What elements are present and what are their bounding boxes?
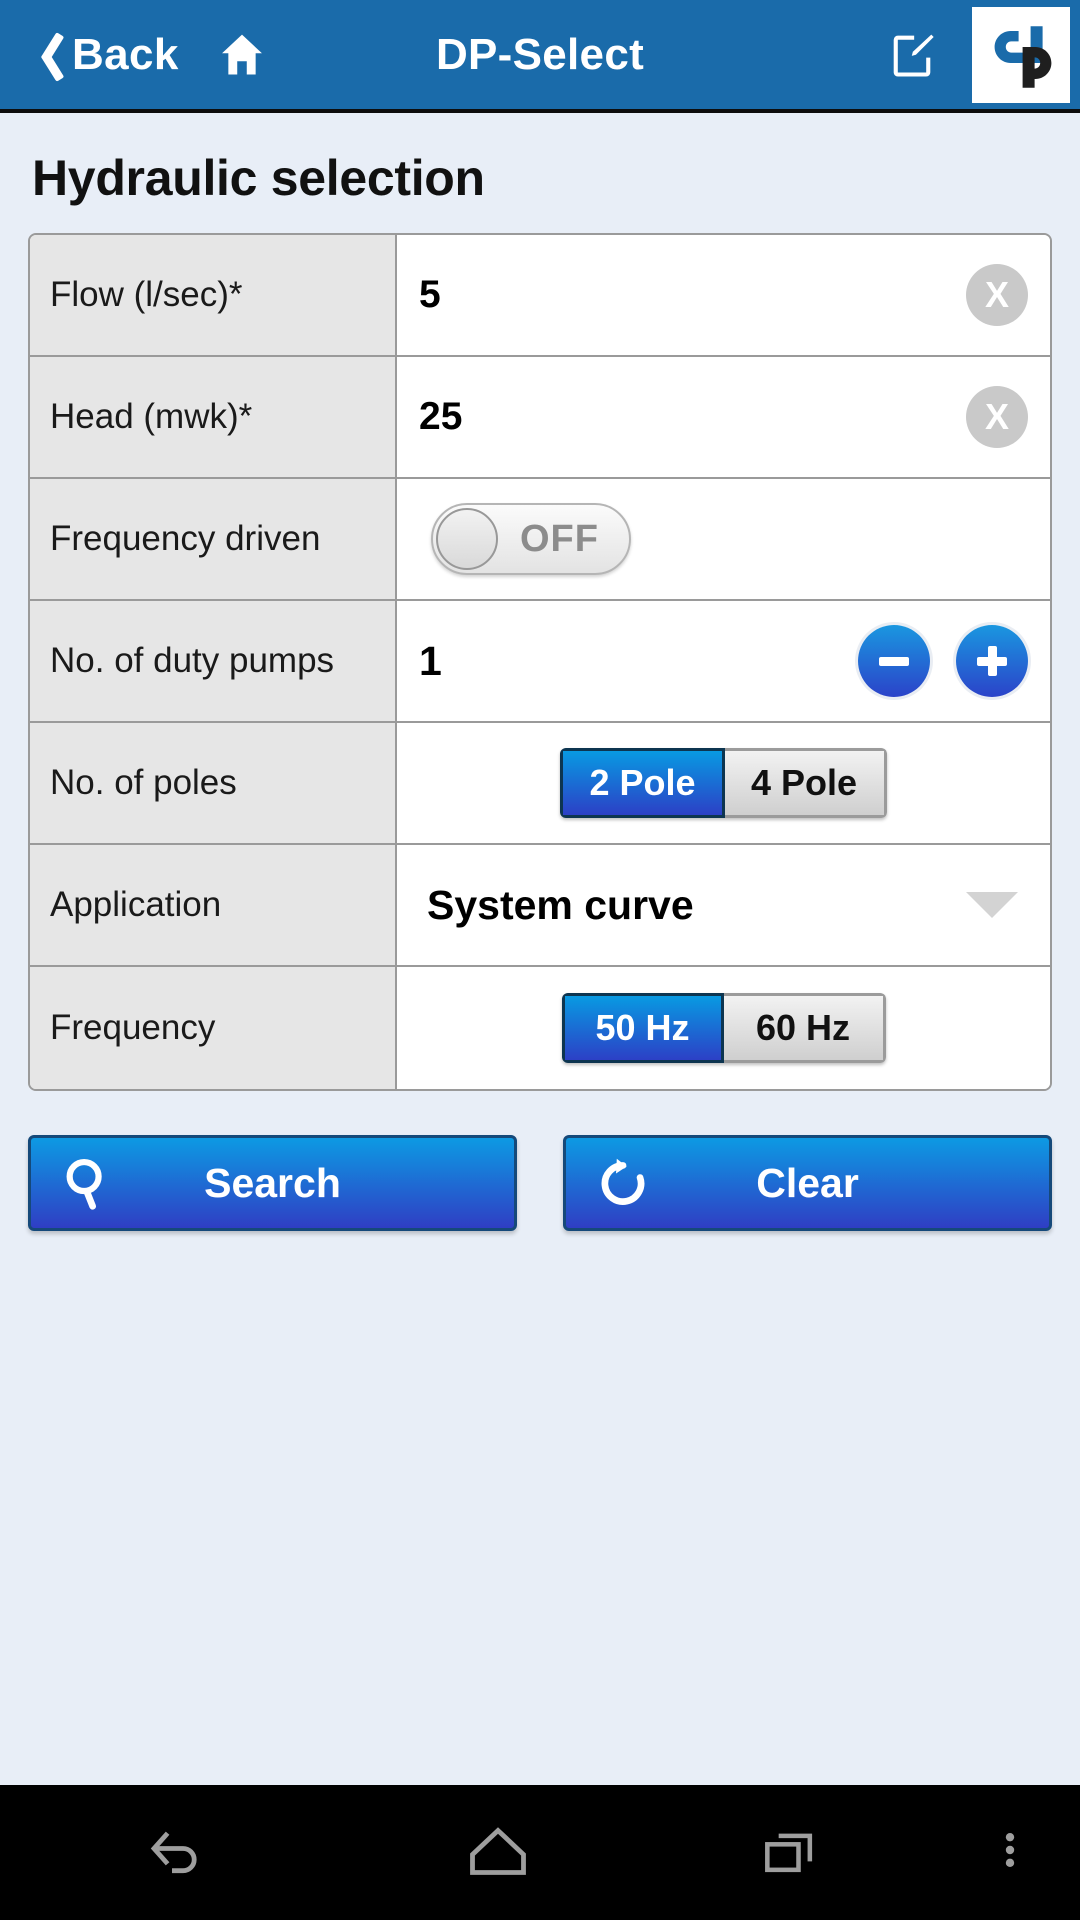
nav-home-button[interactable] [355, 1814, 640, 1891]
toggle-knob [436, 508, 498, 570]
poles-center-wrap: 2 Pole 4 Pole [419, 748, 1028, 818]
edit-pencil-icon[interactable] [886, 28, 938, 82]
segment-50hz[interactable]: 50 Hz [561, 993, 724, 1063]
clear-button[interactable]: Clear [563, 1135, 1052, 1231]
chevron-down-icon[interactable] [966, 892, 1018, 918]
form-row-poles: No. of poles 2 Pole 4 Pole [30, 723, 1050, 845]
nav-recents-icon [756, 1816, 824, 1889]
minus-icon [879, 656, 909, 666]
duty-pumps-stepper [858, 625, 1028, 697]
back-button-label: Back [72, 29, 179, 79]
app-screen: Back DP-Select Hydraulic selection Flow … [0, 0, 1080, 1920]
form-row-frequency-driven: Frequency driven OFF [30, 479, 1050, 601]
increment-button[interactable] [956, 625, 1028, 697]
chevron-left-icon [28, 30, 62, 80]
title-bar: Back DP-Select [0, 0, 1080, 113]
field-flow[interactable]: 5 X [397, 235, 1050, 355]
title-bar-right [886, 0, 1080, 109]
field-frequency-driven: OFF [397, 479, 1050, 599]
duty-pumps-value: 1 [419, 637, 442, 684]
segment-2-pole[interactable]: 2 Pole [560, 748, 725, 818]
field-duty-pumps: 1 [397, 601, 1050, 721]
field-poles: 2 Pole 4 Pole [397, 723, 1050, 843]
form-row-application: Application System curve [30, 845, 1050, 967]
frequency-driven-toggle[interactable]: OFF [431, 503, 631, 575]
plus-icon-vertical [987, 646, 997, 676]
home-icon[interactable] [215, 29, 269, 81]
form-row-duty-pumps: No. of duty pumps 1 [30, 601, 1050, 723]
head-value[interactable]: 25 [419, 395, 462, 439]
form-row-frequency: Frequency 50 Hz 60 Hz [30, 967, 1050, 1089]
frequency-segmented-control: 50 Hz 60 Hz [561, 993, 886, 1063]
search-button[interactable]: Search [28, 1135, 517, 1231]
nav-home-icon [462, 1814, 534, 1891]
segment-4-pole[interactable]: 4 Pole [724, 748, 887, 818]
label-head: Head (mwk)* [30, 357, 397, 477]
flow-value[interactable]: 5 [419, 273, 441, 317]
label-poles: No. of poles [30, 723, 397, 843]
content-area: Hydraulic selection Flow (l/sec)* 5 X He… [0, 113, 1080, 1785]
dp-logo[interactable] [972, 6, 1070, 103]
form-row-head: Head (mwk)* 25 X [30, 357, 1050, 479]
back-button[interactable]: Back [28, 30, 179, 80]
label-flow: Flow (l/sec)* [30, 235, 397, 355]
nav-recents-button[interactable] [640, 1816, 940, 1889]
clear-button-label: Clear [756, 1159, 859, 1206]
field-application[interactable]: System curve [397, 845, 1050, 965]
clear-head-icon[interactable]: X [966, 386, 1028, 448]
page-title: Hydraulic selection [32, 150, 485, 206]
form-row-flow: Flow (l/sec)* 5 X [30, 235, 1050, 357]
clear-flow-icon[interactable]: X [966, 264, 1028, 326]
android-nav-bar [0, 1785, 1080, 1920]
label-frequency-driven: Frequency driven [30, 479, 397, 599]
nav-menu-button[interactable] [940, 1822, 1080, 1883]
toggle-state-label: OFF [520, 517, 599, 560]
poles-segmented-control: 2 Pole 4 Pole [560, 748, 887, 818]
nav-back-icon [142, 1814, 214, 1891]
decrement-button[interactable] [858, 625, 930, 697]
segment-60hz[interactable]: 60 Hz [723, 993, 886, 1063]
application-selected-value: System curve [427, 881, 694, 928]
field-frequency: 50 Hz 60 Hz [397, 967, 1050, 1089]
label-application: Application [30, 845, 397, 965]
field-head[interactable]: 25 X [397, 357, 1050, 477]
search-button-label: Search [204, 1159, 341, 1206]
hydraulic-selection-form: Flow (l/sec)* 5 X Head (mwk)* 25 X Frequ… [28, 233, 1052, 1091]
action-buttons: Search Clear [28, 1135, 1052, 1231]
frequency-center-wrap: 50 Hz 60 Hz [419, 993, 1028, 1063]
label-duty-pumps: No. of duty pumps [30, 601, 397, 721]
label-frequency: Frequency [30, 967, 397, 1089]
nav-menu-icon [982, 1822, 1038, 1883]
nav-back-button[interactable] [0, 1814, 355, 1891]
